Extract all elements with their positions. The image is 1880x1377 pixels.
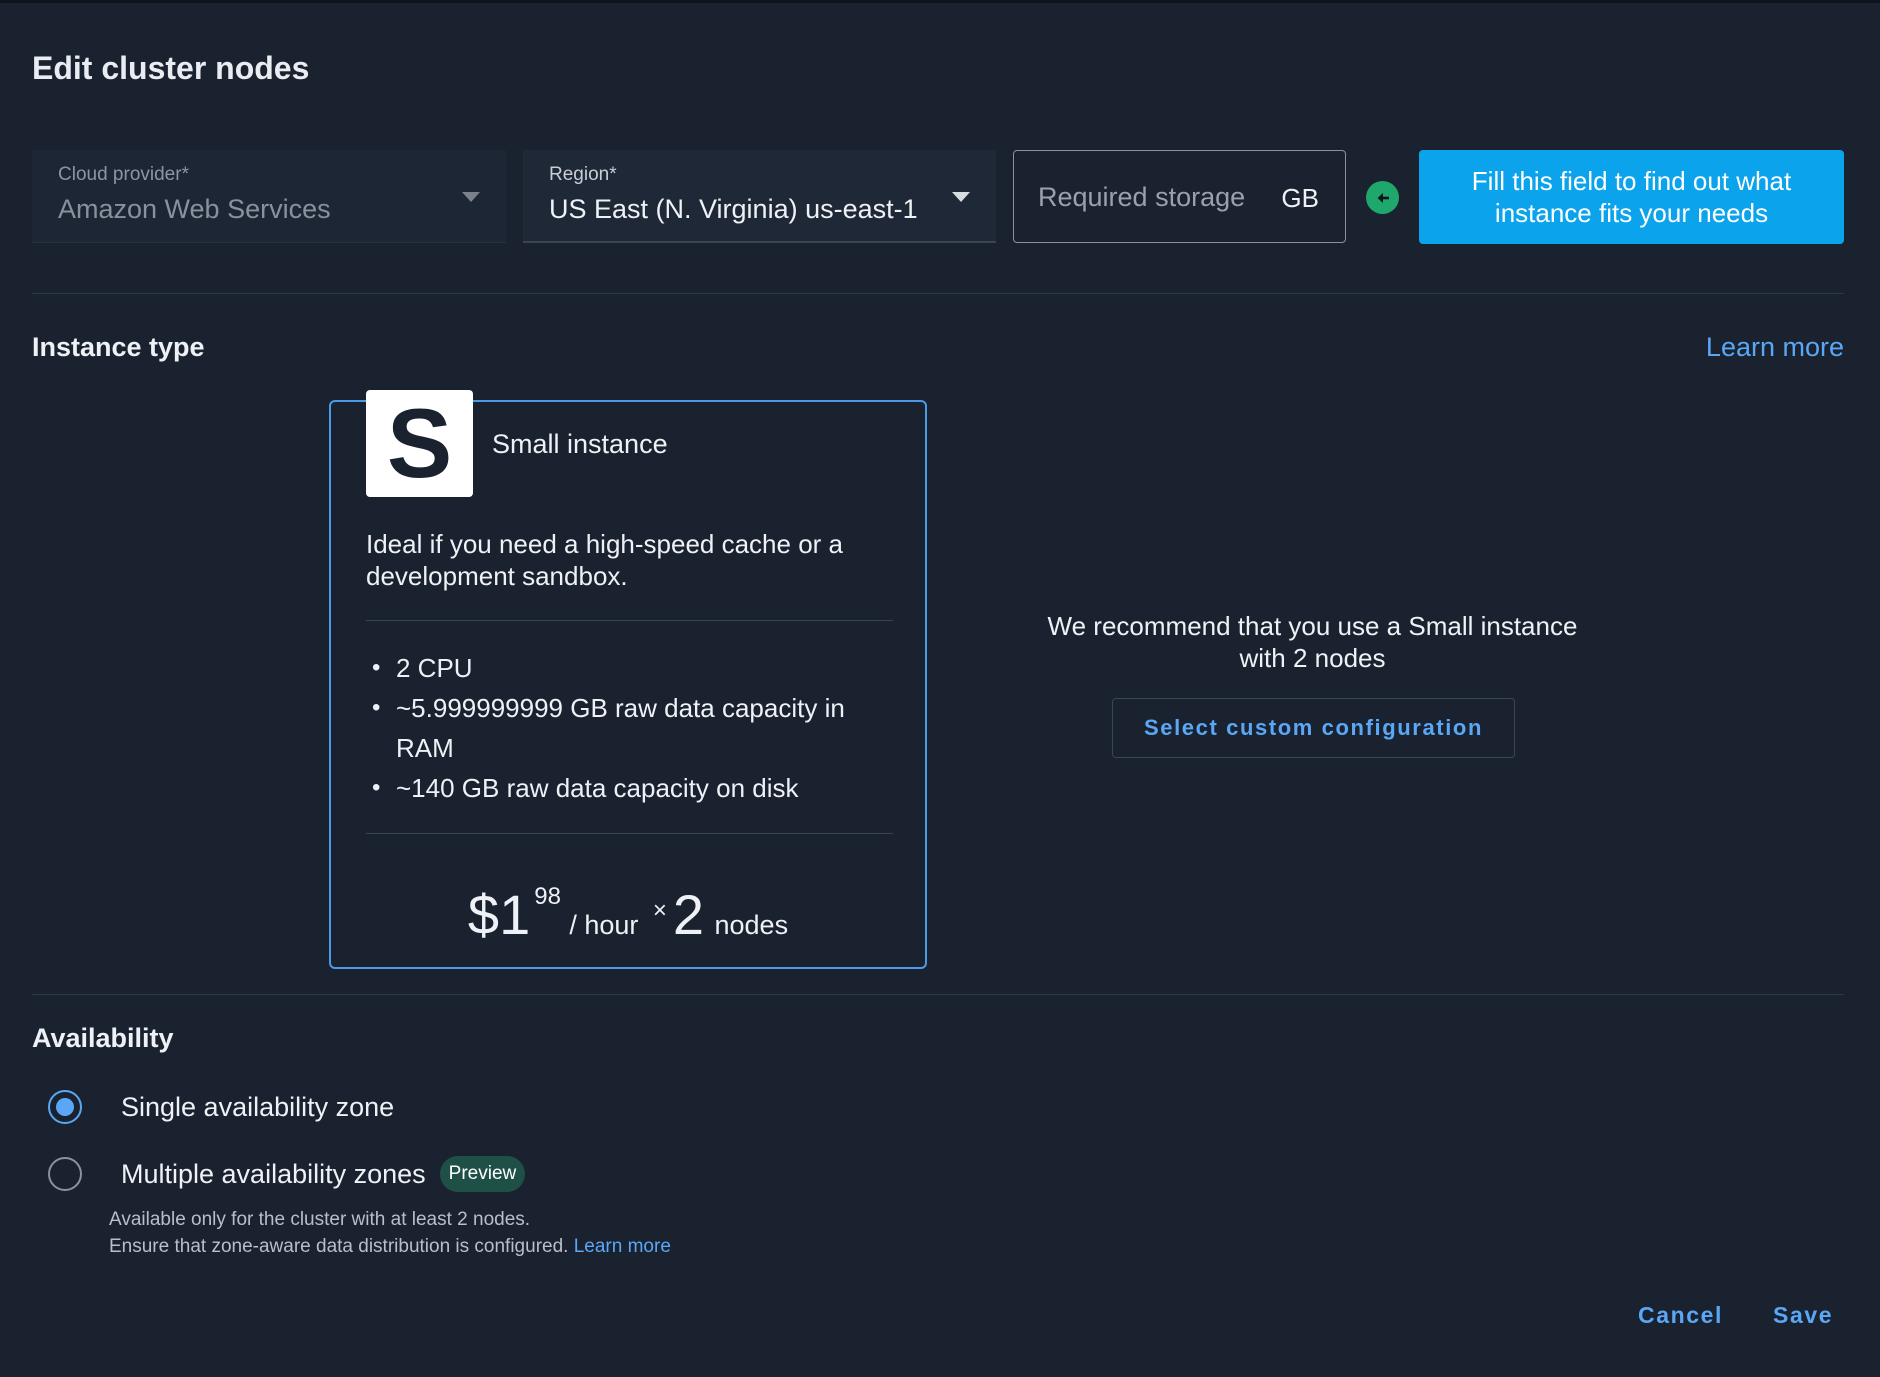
save-button[interactable]: Save — [1773, 1302, 1833, 1329]
arrow-left-icon — [1366, 181, 1399, 214]
region-value: US East (N. Virginia) us-east-1 — [549, 194, 918, 224]
price-whole: $1 — [467, 883, 531, 946]
recommendation-text: We recommend that you use a Small instan… — [1047, 611, 1578, 673]
spec-item: ~5.999999999 GB raw data capacity in RAM — [366, 688, 896, 768]
required-storage-field[interactable]: GB — [1013, 150, 1346, 243]
times-sign: × — [652, 897, 667, 924]
price-cents: 98 — [534, 883, 561, 910]
top-edge — [0, 0, 1880, 3]
instance-size-icon: S — [366, 390, 473, 497]
spec-item: 2 CPU — [366, 648, 896, 688]
node-count: 2 — [672, 883, 705, 946]
multiple-zones-label[interactable]: Multiple availability zones — [121, 1159, 426, 1190]
select-custom-configuration-button[interactable]: Select custom configuration — [1112, 698, 1515, 758]
availability-heading: Availability — [32, 1023, 174, 1053]
preview-badge: Preview — [439, 1156, 526, 1192]
find-instance-hint-button[interactable]: Fill this field to find out what instanc… — [1419, 150, 1844, 244]
card-divider — [366, 620, 893, 621]
divider — [32, 994, 1844, 995]
cloud-provider-select: Cloud provider* Amazon Web Services — [32, 150, 506, 243]
multiple-zones-radio[interactable] — [48, 1157, 82, 1191]
cloud-provider-value: Amazon Web Services — [58, 194, 331, 224]
availability-note: Available only for the cluster with at l… — [109, 1209, 531, 1230]
spec-item: ~140 GB raw data capacity on disk — [366, 768, 896, 808]
instance-specs-list: 2 CPU ~5.999999999 GB raw data capacity … — [366, 648, 896, 808]
availability-note-2: Ensure that zone-aware data distribution… — [109, 1236, 671, 1258]
instance-description: Ideal if you need a high-speed cache or … — [366, 529, 844, 591]
availability-learn-more-link[interactable]: Learn more — [574, 1236, 671, 1257]
cancel-button[interactable]: Cancel — [1638, 1302, 1723, 1329]
price-per: / hour — [569, 910, 639, 940]
chevron-down-icon[interactable] — [952, 192, 970, 202]
storage-unit: GB — [1281, 183, 1319, 213]
small-instance-card[interactable]: S Small instance Ideal if you need a hig… — [329, 390, 927, 969]
instance-name: Small instance — [492, 429, 668, 459]
region-select[interactable]: Region* US East (N. Virginia) us-east-1 — [523, 150, 996, 243]
instance-price: $1 98 / hour × 2 nodes — [331, 882, 925, 947]
availability-note-text: Ensure that zone-aware data distribution… — [109, 1236, 569, 1257]
region-label: Region* — [549, 164, 617, 185]
single-zone-label[interactable]: Single availability zone — [121, 1092, 394, 1123]
instance-type-heading: Instance type — [32, 332, 205, 362]
nodes-unit: nodes — [714, 910, 789, 940]
dialog-title: Edit cluster nodes — [32, 50, 310, 86]
cloud-provider-label: Cloud provider* — [58, 164, 189, 185]
divider — [32, 293, 1844, 294]
required-storage-input[interactable] — [1038, 177, 1258, 217]
card-divider — [366, 833, 893, 834]
chevron-down-icon — [462, 192, 480, 202]
single-zone-option[interactable]: Single availability zone — [48, 1090, 394, 1124]
single-zone-radio[interactable] — [48, 1090, 82, 1124]
multiple-zones-option[interactable]: Multiple availability zones Preview — [48, 1156, 526, 1192]
instance-learn-more-link[interactable]: Learn more — [1706, 332, 1844, 363]
